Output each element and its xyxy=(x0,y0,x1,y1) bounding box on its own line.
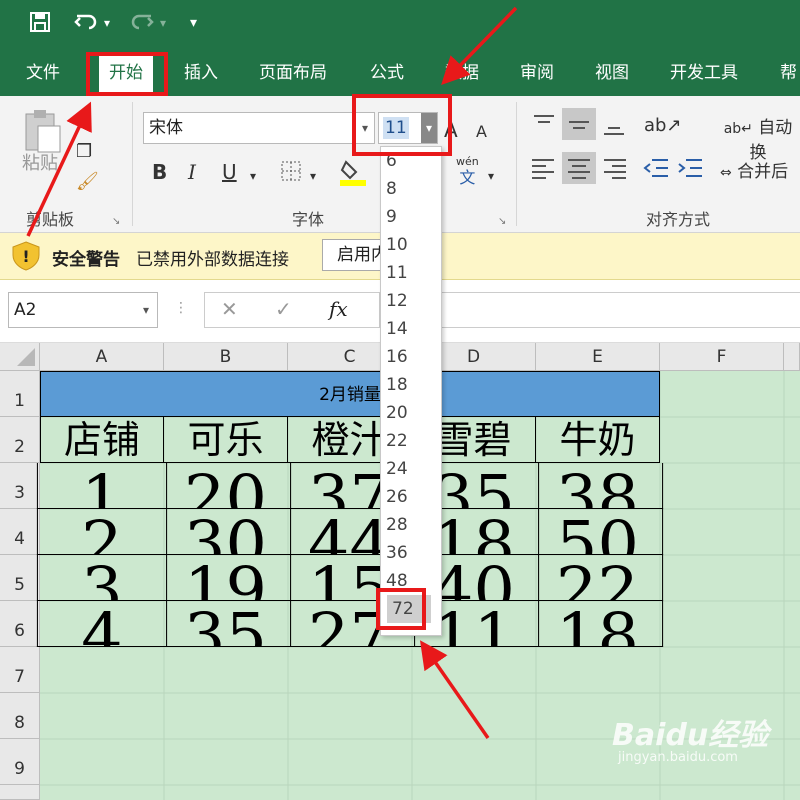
watermark: Baidu经验 jingyan.baidu.com xyxy=(612,710,792,770)
arrow-to-home-tab xyxy=(26,101,92,237)
watermark-url: jingyan.baidu.com xyxy=(618,750,738,765)
arrow-to-option-72 xyxy=(420,640,490,739)
annotation-arrows xyxy=(26,6,518,739)
watermark-brand: Baidu经验 xyxy=(612,718,769,753)
watermark-logo: Baidu经验 jingyan.baidu.com xyxy=(612,710,792,770)
arrow-to-font-size xyxy=(441,6,518,86)
